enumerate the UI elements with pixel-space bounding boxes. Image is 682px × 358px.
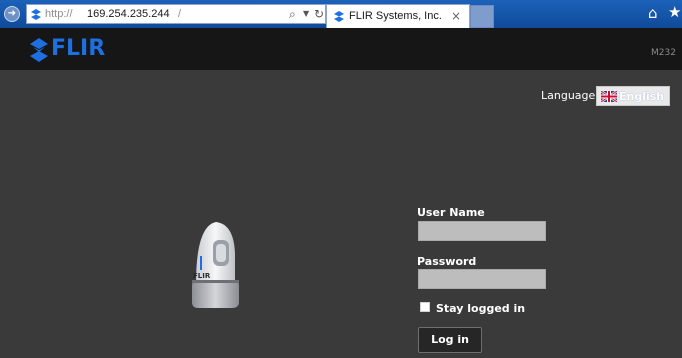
search-icon[interactable]: ⌕: [289, 7, 296, 22]
username-label: User Name: [417, 206, 485, 219]
stay-logged-in-checkbox[interactable]: [420, 302, 430, 312]
address-suffix: /: [178, 8, 182, 20]
username-input[interactable]: [418, 221, 546, 241]
flir-favicon-icon: [334, 11, 344, 22]
dropdown-icon[interactable]: ▼: [303, 9, 309, 18]
camera-image: FLIR: [192, 222, 239, 308]
language-select[interactable]: English: [596, 86, 670, 106]
address-host: 169.254.235.244: [87, 8, 170, 20]
model-name: M232: [651, 48, 676, 58]
tab-title: FLIR Systems, Inc.: [349, 10, 442, 22]
flir-logo-mark-icon: [30, 38, 48, 62]
flir-favicon-icon: [31, 9, 41, 20]
camera-brand-mark: FLIR: [193, 272, 211, 280]
password-label: Password: [417, 255, 477, 268]
language-label: Language: [541, 89, 596, 102]
logo-text: FLIR: [51, 36, 106, 61]
uk-flag-icon: [601, 91, 617, 102]
login-button[interactable]: Log in: [418, 327, 482, 353]
stay-logged-in-label[interactable]: Stay logged in: [436, 302, 525, 315]
back-icon[interactable]: ➜: [4, 6, 20, 22]
home-icon[interactable]: ⌂: [648, 4, 658, 22]
close-icon[interactable]: ×: [451, 9, 461, 23]
address-bar[interactable]: http:// 169.254.235.244 / ⌕ ▼ ↻: [26, 4, 326, 24]
refresh-icon[interactable]: ↻: [314, 7, 324, 21]
address-prefix: http://: [45, 8, 73, 20]
star-icon[interactable]: ★: [668, 3, 681, 21]
tab-flir-systems[interactable]: FLIR Systems, Inc. ×: [326, 4, 470, 28]
browser-toolbar: ➜ http:// 169.254.235.244 / ⌕ ▼ ↻ FLIR S…: [0, 0, 682, 28]
new-tab-button[interactable]: [470, 5, 494, 28]
password-input[interactable]: [418, 269, 546, 289]
language-value: English: [619, 90, 665, 103]
